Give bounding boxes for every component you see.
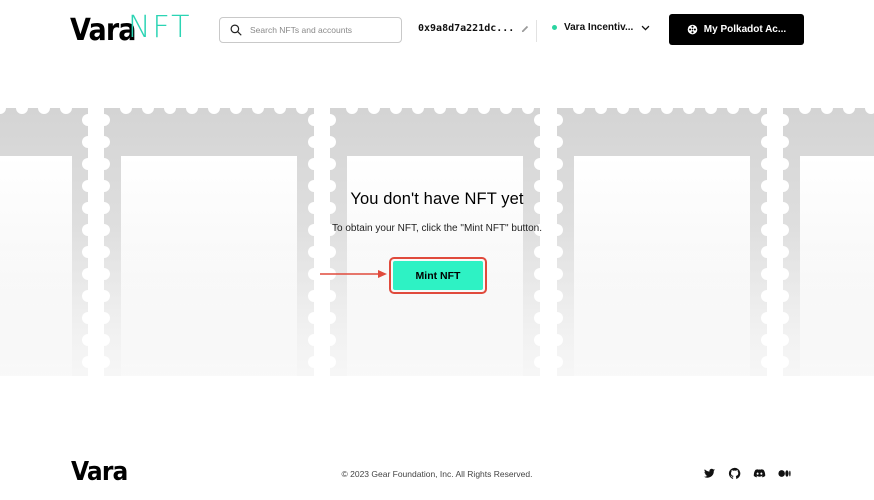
social-links <box>703 467 791 480</box>
polkadot-avatar-icon <box>687 24 698 35</box>
network-name: Vara Incentiv... <box>564 22 634 33</box>
stamp-frames-background <box>0 108 874 376</box>
edit-pencil-icon[interactable] <box>520 24 530 34</box>
search-box[interactable] <box>219 17 402 43</box>
logo-vara-text: Vara <box>70 12 136 48</box>
logo-nft-text: NFT <box>128 10 192 45</box>
empty-state-title: You don't have NFT yet <box>350 190 524 208</box>
mint-button-highlight: Mint NFT <box>389 257 487 294</box>
github-icon[interactable] <box>728 467 741 480</box>
network-selector[interactable]: Vara Incentiv... <box>552 22 651 33</box>
twitter-icon[interactable] <box>703 467 716 480</box>
header-divider <box>536 20 537 42</box>
empty-state-description: To obtain your NFT, click the "Mint NFT"… <box>332 223 542 234</box>
account-address: 0x9a8d7a221dc... <box>418 23 530 34</box>
discord-icon[interactable] <box>753 467 766 480</box>
address-text: 0x9a8d7a221dc... <box>418 23 515 34</box>
header: Vara NFT 0x9a8d7a221dc... Vara Incentiv.… <box>0 0 874 64</box>
search-input[interactable] <box>250 25 390 35</box>
chevron-down-icon <box>640 22 651 33</box>
account-button[interactable]: My Polkadot Ac... <box>669 14 804 45</box>
arrow-right-icon <box>320 270 387 278</box>
medium-icon[interactable] <box>778 467 791 480</box>
account-button-label: My Polkadot Ac... <box>703 24 787 35</box>
network-status-dot <box>552 25 557 30</box>
vara-nft-logo[interactable]: Vara NFT <box>70 10 190 50</box>
mint-nft-button[interactable]: Mint NFT <box>393 261 483 290</box>
search-icon <box>230 24 242 36</box>
empty-state: You don't have NFT yet To obtain your NF… <box>0 190 874 234</box>
